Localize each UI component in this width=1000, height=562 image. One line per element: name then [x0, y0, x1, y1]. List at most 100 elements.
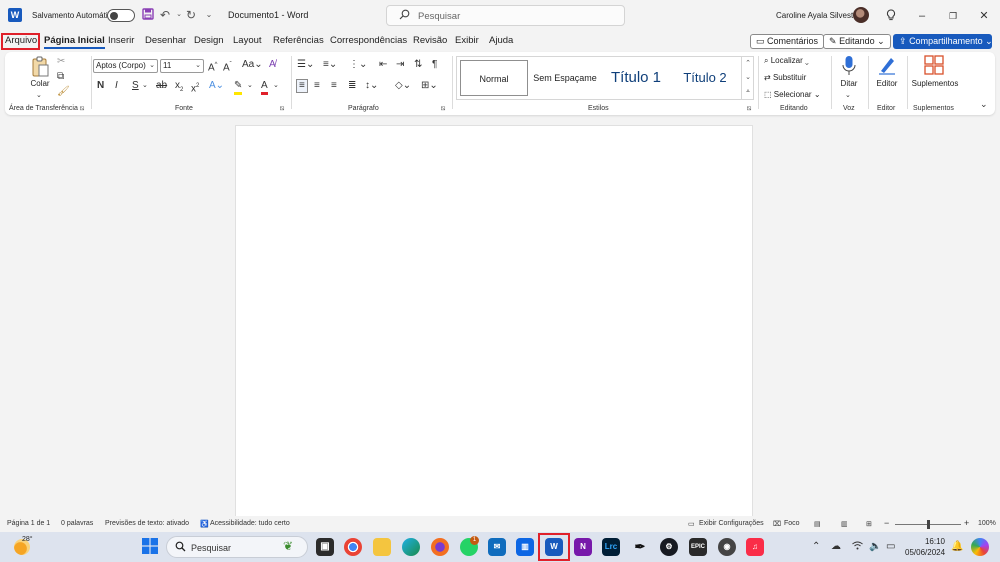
- grow-font-icon[interactable]: A^: [208, 59, 218, 74]
- zoom-out-button[interactable]: −: [884, 518, 889, 528]
- firefox-icon[interactable]: [431, 538, 449, 556]
- style-normal[interactable]: Normal: [460, 60, 528, 96]
- superscript-icon[interactable]: x2: [191, 80, 199, 95]
- save-icon[interactable]: [141, 8, 155, 22]
- tab-correspondencias[interactable]: Correspondências: [330, 35, 407, 46]
- word-count[interactable]: 0 palavras: [61, 520, 93, 527]
- borders-icon[interactable]: ⊞⌄: [421, 80, 438, 92]
- line-spacing-icon[interactable]: ↕⌄: [365, 80, 378, 92]
- scroll-up-icon[interactable]: ⌃: [742, 57, 754, 71]
- edge-icon[interactable]: [402, 538, 420, 556]
- show-formatting-icon[interactable]: ¶: [432, 59, 437, 71]
- style-heading-2[interactable]: Título 2: [672, 60, 738, 96]
- editor-icon[interactable]: [878, 55, 896, 75]
- font-color-icon[interactable]: A: [261, 80, 268, 95]
- lightbulb-icon[interactable]: [884, 9, 898, 23]
- tab-layout[interactable]: Layout: [233, 35, 262, 46]
- epic-games-icon[interactable]: EPIC: [689, 538, 707, 556]
- display-settings[interactable]: Exibir Configurações: [699, 520, 764, 527]
- user-name[interactable]: Caroline Ayala Silvestre: [776, 11, 860, 20]
- format-painter-icon[interactable]: 🖌: [57, 86, 70, 98]
- accessibility-status[interactable]: Acessibilidade: tudo certo: [210, 520, 290, 527]
- tab-inserir[interactable]: Inserir: [108, 35, 134, 46]
- lightroom-icon[interactable]: Lrc: [602, 538, 620, 556]
- sort-icon[interactable]: ⇅: [414, 59, 422, 71]
- find-button[interactable]: ⌕ Localizar ⌄: [764, 56, 809, 66]
- font-name-select[interactable]: Aptos (Corpo) ⌄: [93, 59, 158, 73]
- align-center-icon[interactable]: ≡: [314, 80, 320, 92]
- clipboard-launcher-icon[interactable]: ⧅: [80, 105, 84, 113]
- style-no-spacing[interactable]: Sem Espaçame: [530, 60, 600, 96]
- clock[interactable]: 16:10 05/06/2024: [905, 536, 945, 558]
- style-heading-1[interactable]: Título 1: [602, 60, 670, 96]
- autosave-toggle[interactable]: [107, 9, 135, 22]
- dictate-dropdown-icon[interactable]: ⌄: [845, 90, 851, 102]
- highlight-color-icon[interactable]: ✎: [234, 80, 243, 95]
- wifi-icon[interactable]: [852, 541, 863, 553]
- bold-button[interactable]: N: [97, 80, 104, 92]
- strikethrough-icon[interactable]: ab: [156, 80, 167, 92]
- shrink-font-icon[interactable]: Aˇ: [223, 59, 232, 74]
- recorder-icon[interactable]: ◉: [718, 538, 736, 556]
- more-styles-icon[interactable]: ⩡: [742, 85, 754, 99]
- editor-label[interactable]: Editor: [871, 79, 903, 88]
- shading-icon[interactable]: ◇⌄: [395, 80, 411, 92]
- taskbar-search[interactable]: Pesquisar ❦: [166, 536, 308, 558]
- page-count[interactable]: Página 1 de 1: [7, 520, 50, 527]
- paste-label[interactable]: Colar: [29, 79, 51, 88]
- document-page[interactable]: [236, 126, 752, 562]
- copilot-icon[interactable]: [971, 538, 989, 556]
- read-mode-icon[interactable]: ▤: [814, 520, 821, 528]
- italic-button[interactable]: I: [115, 80, 118, 92]
- highlight-dropdown-icon[interactable]: ⌄: [247, 80, 253, 92]
- align-right-icon[interactable]: ≡: [331, 80, 337, 92]
- start-icon[interactable]: [141, 538, 159, 556]
- tab-exibir[interactable]: Exibir: [455, 35, 479, 46]
- decrease-indent-icon[interactable]: ⇤: [379, 59, 387, 71]
- avatar[interactable]: [853, 7, 869, 23]
- clear-formatting-icon[interactable]: A̸: [269, 59, 276, 71]
- print-layout-icon[interactable]: ▥: [841, 520, 848, 528]
- tab-design[interactable]: Design: [194, 35, 224, 46]
- tab-pagina-inicial[interactable]: Página Inicial: [44, 35, 105, 49]
- paste-dropdown-icon[interactable]: ⌄: [36, 90, 42, 102]
- increase-indent-icon[interactable]: ⇥: [396, 59, 404, 71]
- cut-icon[interactable]: ✂: [57, 56, 65, 68]
- zoom-slider-thumb[interactable]: [927, 520, 930, 529]
- change-case-icon[interactable]: Aa⌄: [242, 59, 263, 71]
- web-layout-icon[interactable]: ⊞: [866, 520, 872, 528]
- battery-icon[interactable]: ▭: [886, 541, 895, 552]
- font-color-dropdown-icon[interactable]: ⌄: [273, 80, 279, 92]
- paragraph-launcher-icon[interactable]: ⧅: [441, 105, 445, 113]
- notifications-icon[interactable]: 🔔: [951, 541, 963, 552]
- replace-button[interactable]: ⇄ Substituir: [764, 73, 806, 82]
- search-box[interactable]: Pesquisar: [386, 5, 625, 26]
- close-icon[interactable]: ✕: [977, 9, 991, 23]
- editing-mode-button[interactable]: ✎ Editando ⌄: [823, 34, 891, 49]
- text-predictions[interactable]: Previsões de texto: ativado: [105, 520, 189, 527]
- zoom-in-button[interactable]: +: [964, 518, 969, 528]
- onedrive-icon[interactable]: ☁: [831, 541, 841, 552]
- underline-dropdown-icon[interactable]: ⌄: [142, 80, 148, 92]
- chrome-icon[interactable]: [344, 538, 362, 556]
- onenote-icon[interactable]: N: [574, 538, 592, 556]
- bullets-icon[interactable]: ☰⌄: [297, 59, 314, 71]
- paste-icon[interactable]: [29, 56, 51, 78]
- font-launcher-icon[interactable]: ⧅: [280, 105, 284, 113]
- steam-icon[interactable]: ⚙: [660, 538, 678, 556]
- minimize-icon[interactable]: –: [915, 9, 929, 23]
- restore-icon[interactable]: ❐: [946, 9, 960, 23]
- redo-icon[interactable]: ↻: [184, 8, 198, 22]
- zoom-level[interactable]: 100%: [978, 520, 996, 527]
- task-view-icon[interactable]: ▣: [316, 538, 334, 556]
- comments-button[interactable]: ▭ Comentários: [750, 34, 825, 49]
- justify-icon[interactable]: ≣: [348, 80, 356, 92]
- tab-referencias[interactable]: Referências: [273, 35, 324, 46]
- mail-icon[interactable]: ✉: [488, 538, 506, 556]
- text-effects-icon[interactable]: A⌄: [209, 80, 224, 92]
- customize-toolbar-icon[interactable]: ⌄: [202, 8, 216, 22]
- focus-mode[interactable]: Foco: [784, 520, 800, 527]
- tab-ajuda[interactable]: Ajuda: [489, 35, 513, 46]
- dictate-label[interactable]: Ditar: [838, 79, 860, 88]
- collapse-ribbon-icon[interactable]: ⌄: [980, 98, 988, 110]
